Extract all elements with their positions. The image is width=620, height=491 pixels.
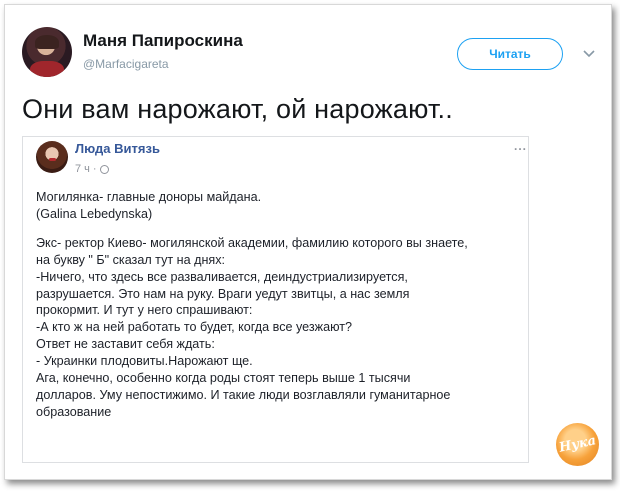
globe-icon bbox=[99, 164, 109, 174]
post-line: -Ничего, что здесь все разваливается, де… bbox=[36, 269, 408, 284]
avatar-lips bbox=[49, 158, 56, 161]
author-handle[interactable]: @Marfacigareta bbox=[83, 57, 169, 71]
post-timestamp: 7 ч · bbox=[75, 163, 109, 175]
post-author-avatar[interactable] bbox=[36, 141, 68, 173]
post-line: прокормит. И тут у него спрашивают: bbox=[36, 303, 253, 318]
author-name[interactable]: Маня Папироскина bbox=[83, 31, 243, 51]
author-avatar[interactable] bbox=[22, 27, 72, 77]
post-author-name[interactable]: Люда Витязь bbox=[75, 141, 160, 156]
post-line: Ответ не заставит себя ждать: bbox=[36, 337, 215, 352]
post-line: Ага, конечно, особенно когда роды стоят … bbox=[36, 371, 411, 386]
post-line: Экс- ректор Киево- могилянской академии,… bbox=[36, 235, 468, 250]
post-line: на букву " Б" сказал тут на днях: bbox=[36, 252, 226, 267]
chevron-down-icon[interactable] bbox=[582, 47, 596, 61]
more-options-icon[interactable]: ... bbox=[514, 139, 527, 153]
tweet-text: Они вам нарожают, ой нарожают.. bbox=[22, 94, 453, 124]
avatar-hair bbox=[35, 35, 59, 49]
post-line: - Украинки плодовиты.Нарожают ще. bbox=[36, 354, 253, 369]
watermark-logo: Нука bbox=[556, 423, 599, 466]
post-body: Могилянка- главные доноры майдана. (Galin… bbox=[36, 189, 521, 421]
watermark-text: Нука bbox=[557, 433, 598, 456]
post-line: долларов. Уму непостижимо. И такие люди … bbox=[36, 387, 451, 402]
post-line: разрушается. Это нам на руку. Враги уеду… bbox=[36, 286, 410, 301]
post-line: образование bbox=[36, 404, 112, 419]
post-line: -А кто ж на ней работать то будет, когда… bbox=[36, 320, 353, 335]
post-line: Могилянка- главные доноры майдана. bbox=[36, 190, 262, 204]
follow-button[interactable]: Читать bbox=[457, 38, 563, 70]
post-time-text: 7 ч bbox=[75, 163, 90, 175]
avatar-dress bbox=[30, 61, 64, 77]
post-line: (Galina Lebedynska) bbox=[36, 206, 153, 221]
separator-dot: · bbox=[92, 163, 97, 175]
